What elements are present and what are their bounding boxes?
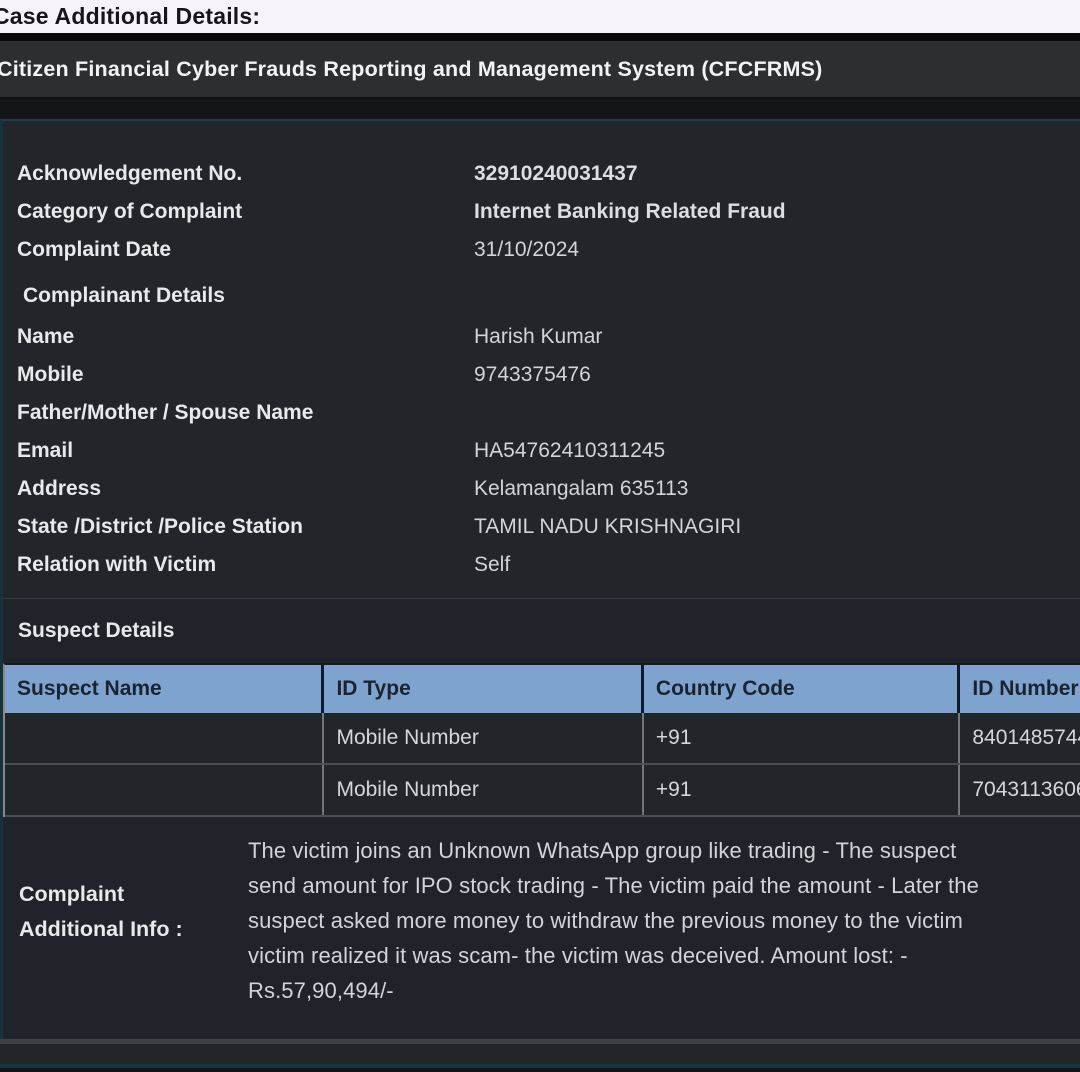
- field-row-mobile: Mobile 9743375476: [3, 356, 1080, 394]
- field-label: Father/Mother / Spouse Name: [3, 401, 474, 425]
- field-row-category: Category of Complaint Internet Banking R…: [3, 193, 1080, 231]
- column-header-country-code: Country Code: [644, 665, 960, 713]
- field-row-relation-with-victim: Relation with Victim Self: [3, 546, 1080, 584]
- field-row-father-mother-spouse: Father/Mother / Spouse Name: [3, 394, 1080, 432]
- page-title: Case Additional Details:: [0, 3, 260, 30]
- cell-country-code: +91: [644, 713, 960, 763]
- field-row-acknowledgement-no: Acknowledgement No. 32910240031437: [3, 155, 1080, 193]
- complaint-text-line: suspect asked more money to withdraw the…: [248, 903, 979, 938]
- field-value: Kelamangalam 635113: [474, 477, 688, 501]
- field-value: 9743375476: [474, 363, 591, 387]
- field-label: Acknowledgement No.: [3, 162, 474, 186]
- top-separator: [0, 33, 1080, 41]
- field-value: Internet Banking Related Fraud: [474, 200, 786, 224]
- field-label: Complaint Date: [3, 238, 474, 262]
- page-gap: [0, 99, 1080, 119]
- complaint-additional-info-label: Complaint Additional Info :: [19, 833, 248, 1039]
- complaint-additional-info-label-line1: Complaint: [19, 877, 248, 912]
- cell-id-type: Mobile Number: [324, 765, 643, 815]
- cell-id-number: 7043113606: [960, 765, 1080, 815]
- complaint-additional-info-text: The victim joins an Unknown WhatsApp gro…: [248, 833, 979, 1039]
- field-row-email: Email HA54762410311245: [3, 432, 1080, 470]
- field-label: Category of Complaint: [3, 200, 474, 224]
- complaint-text-line: Rs.57,90,494/-: [248, 973, 979, 1008]
- field-value: TAMIL NADU KRISHNAGIRI: [474, 515, 741, 539]
- field-row-address: Address Kelamangalam 635113: [3, 470, 1080, 508]
- suspect-section: Suspect Details Suspect Name ID Type Cou…: [0, 598, 1080, 1039]
- column-header-suspect-name: Suspect Name: [5, 665, 324, 713]
- field-value: Harish Kumar: [474, 325, 602, 349]
- complainant-details-heading-row: Complainant Details: [3, 274, 1080, 318]
- field-value: HA54762410311245: [474, 439, 665, 463]
- cell-country-code: +91: [644, 765, 960, 815]
- suspect-details-heading: Suspect Details: [3, 619, 174, 643]
- complaint-additional-info-label-line2: Additional Info :: [19, 912, 248, 947]
- complaint-text-line: send amount for IPO stock trading - The …: [248, 868, 979, 903]
- field-value: 31/10/2024: [474, 238, 579, 262]
- field-row-complaint-date: Complaint Date 31/10/2024: [3, 231, 1080, 269]
- suspect-table: Suspect Name ID Type Country Code ID Num…: [3, 663, 1080, 817]
- complaint-text-line: victim realized it was scam- the victim …: [248, 938, 979, 973]
- field-row-state-district-ps: State /District /Police Station TAMIL NA…: [3, 508, 1080, 546]
- suspect-details-heading-row: Suspect Details: [3, 599, 1080, 663]
- column-header-id-number: ID Number: [960, 665, 1080, 713]
- field-row-name: Name Harish Kumar: [3, 318, 1080, 356]
- case-details-panel: Acknowledgement No. 32910240031437 Categ…: [0, 119, 1080, 598]
- cell-suspect-name: [5, 765, 324, 815]
- column-header-id-type: ID Type: [324, 665, 643, 713]
- field-label: Relation with Victim: [3, 553, 474, 577]
- cell-id-number: 8401485744: [960, 713, 1080, 763]
- field-value: 32910240031437: [474, 162, 638, 186]
- cell-id-type: Mobile Number: [324, 713, 643, 763]
- field-label: Name: [3, 325, 474, 349]
- cell-suspect-name: [5, 713, 324, 763]
- complaint-text-line: The victim joins an Unknown WhatsApp gro…: [248, 833, 979, 868]
- footer-band: [0, 1044, 1080, 1064]
- bottom-accent-line: [0, 1064, 1080, 1068]
- suspect-table-header-row: Suspect Name ID Type Country Code ID Num…: [5, 665, 1080, 713]
- table-row: Mobile Number +91 7043113606: [5, 765, 1080, 817]
- field-label: State /District /Police Station: [3, 515, 474, 539]
- field-label: Mobile: [3, 363, 474, 387]
- complainant-details-heading: Complainant Details: [3, 284, 225, 308]
- table-row: Mobile Number +91 8401485744: [5, 713, 1080, 765]
- cfcfrms-banner-title: Citizen Financial Cyber Frauds Reporting…: [0, 57, 823, 82]
- cfcfrms-banner: Citizen Financial Cyber Frauds Reporting…: [0, 41, 1080, 99]
- field-label: Address: [3, 477, 474, 501]
- complaint-additional-info-section: Complaint Additional Info : The victim j…: [3, 817, 1080, 1039]
- field-label: Email: [3, 439, 474, 463]
- field-value: Self: [474, 553, 510, 577]
- top-bar: Case Additional Details:: [0, 0, 1080, 33]
